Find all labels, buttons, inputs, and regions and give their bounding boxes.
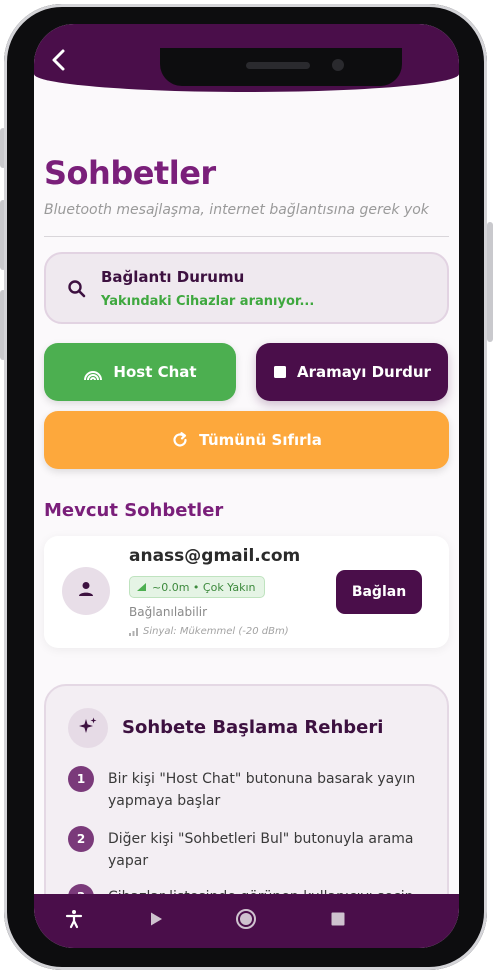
step-number: 2 [68, 826, 94, 852]
step-text: Diğer kişi "Sohbetleri Bul" butonuyla ar… [108, 831, 414, 869]
accessibility-nav-item[interactable] [44, 894, 104, 948]
connect-button[interactable]: Bağlan [336, 570, 422, 614]
signal-bars-icon [129, 627, 138, 636]
stop-search-label: Aramayı Durdur [297, 363, 431, 381]
page-title: Sohbetler [44, 154, 216, 192]
guide-title: Sohbete Başlama Rehberi [122, 717, 384, 738]
distance-badge: ~0.0m • Çok Yakın [129, 576, 265, 598]
bottom-nav [34, 894, 459, 948]
front-camera [332, 59, 344, 71]
host-chat-label: Host Chat [113, 363, 197, 381]
reset-all-button[interactable]: Tümünü Sıfırla [44, 411, 449, 469]
signal-icon [136, 582, 147, 592]
section-title: Mevcut Sohbetler [44, 500, 224, 521]
broadcast-icon [83, 363, 103, 381]
stop-square-icon [273, 365, 287, 379]
record-nav-item[interactable] [216, 894, 276, 948]
stop-nav-item[interactable] [308, 894, 368, 948]
app-screen: Kurtar Sohbetler Bluetooth mesajlaşma, i… [34, 24, 459, 948]
search-icon [66, 278, 88, 300]
device-card[interactable]: anass@gmail.com ~0.0m • Çok Yakın Bağlan… [44, 536, 449, 648]
connection-status-card: Bağlantı Durumu Yakındaki Cihazlar aranı… [44, 252, 449, 324]
guide-icon-wrap [68, 708, 108, 748]
stop-icon [330, 911, 346, 931]
status-title: Bağlantı Durumu [101, 268, 245, 286]
record-icon [235, 908, 257, 934]
phone-notch [160, 48, 402, 86]
play-nav-item[interactable] [126, 894, 186, 948]
page-subtitle: Bluetooth mesajlaşma, internet bağlantıs… [44, 202, 429, 218]
step-number: 1 [68, 766, 94, 792]
sparkle-icon [78, 716, 98, 740]
phone-power-button [487, 222, 493, 342]
divider [44, 236, 449, 237]
signal-text: Sinyal: Mükemmel (-20 dBm) [143, 626, 289, 637]
device-name: anass@gmail.com [129, 546, 301, 566]
step-text: Bir kişi "Host Chat" butonuna basarak ya… [108, 771, 416, 809]
host-chat-button[interactable]: Host Chat [44, 343, 236, 401]
refresh-icon [171, 431, 189, 449]
reset-all-label: Tümünü Sıfırla [199, 431, 322, 449]
stop-search-button[interactable]: Aramayı Durdur [256, 343, 448, 401]
distance-text: ~0.0m • Çok Yakın [152, 580, 256, 594]
play-icon [148, 911, 164, 931]
person-icon [77, 580, 95, 602]
speaker-grille [246, 62, 310, 69]
signal-row: Sinyal: Mükemmel (-20 dBm) [129, 626, 289, 637]
status-text: Yakındaki Cihazlar aranıyor... [101, 294, 315, 309]
availability-text: Bağlanılabilir [129, 605, 208, 619]
accessibility-icon [64, 909, 84, 933]
avatar [62, 567, 110, 615]
